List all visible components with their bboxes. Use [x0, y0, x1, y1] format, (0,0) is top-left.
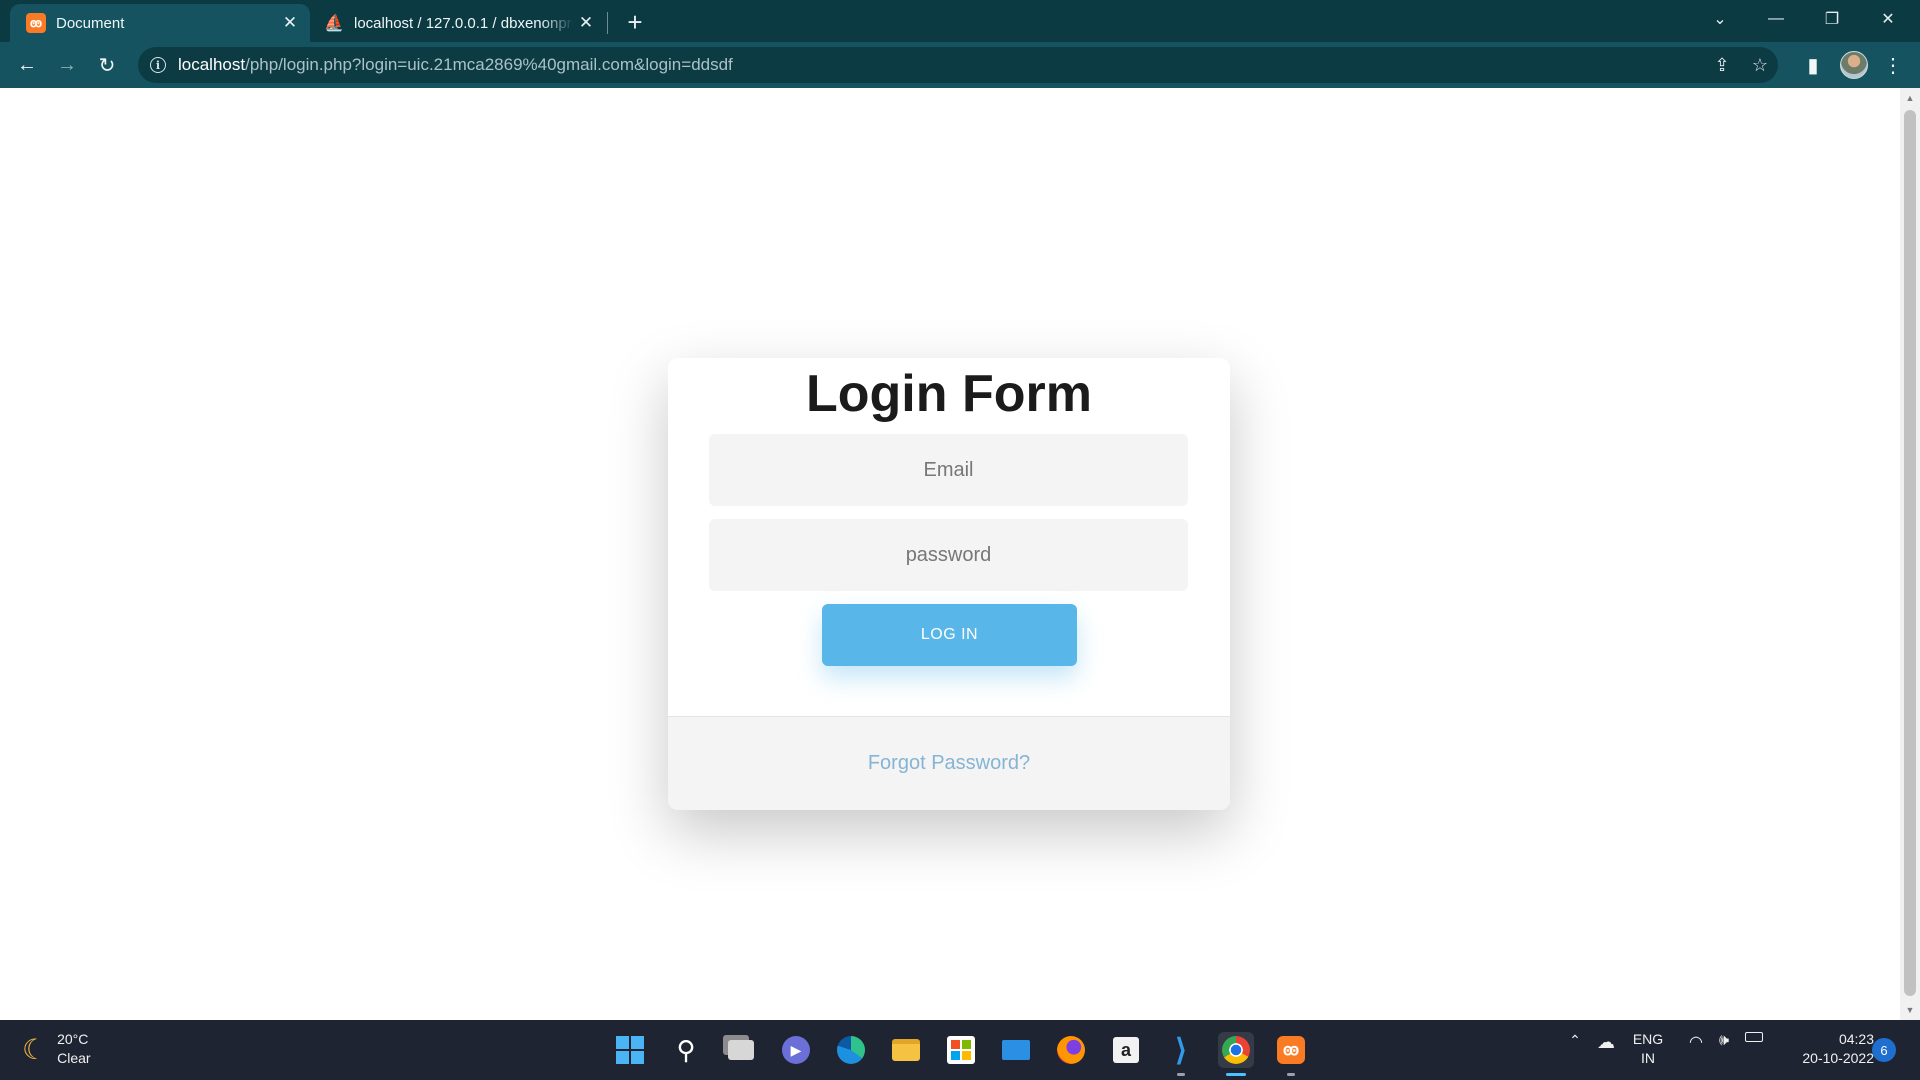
tab-divider: [607, 12, 608, 34]
page-viewport: Login Form LOG IN Forgot Password?: [0, 88, 1900, 1020]
clock-time: 04:23: [1838, 1031, 1874, 1047]
site-info-icon[interactable]: i: [150, 57, 166, 73]
email-input[interactable]: [709, 434, 1188, 506]
browser-toolbar: ← → ↻ i localhost/php/login.php?login=ui…: [0, 42, 1920, 88]
notification-badge[interactable]: 6: [1872, 1038, 1896, 1062]
start-icon[interactable]: [612, 1032, 648, 1068]
close-tab-icon[interactable]: ✕: [574, 11, 598, 35]
close-window-button[interactable]: ✕: [1860, 0, 1916, 38]
back-button[interactable]: ←: [12, 50, 42, 80]
vscode-icon[interactable]: ⟩: [1163, 1032, 1199, 1076]
menu-kebab-icon[interactable]: ⋮: [1878, 50, 1908, 80]
login-button[interactable]: LOG IN: [822, 604, 1077, 666]
login-card: Login Form LOG IN Forgot Password?: [668, 358, 1230, 810]
mail-icon[interactable]: [998, 1032, 1034, 1068]
scroll-down-icon[interactable]: ▼: [1904, 1004, 1916, 1016]
xampp-icon: ꙭ: [26, 13, 46, 33]
language-code: ENG: [1632, 1031, 1664, 1047]
amazon-icon[interactable]: a: [1108, 1032, 1144, 1068]
battery-icon[interactable]: [1742, 1032, 1766, 1042]
microsoft-store-icon[interactable]: [943, 1032, 979, 1068]
language-indicator[interactable]: ENG IN: [1622, 1030, 1674, 1068]
tab-title: Document: [56, 14, 125, 32]
share-icon[interactable]: ⇪: [1710, 53, 1734, 77]
show-hidden-icons-chevron[interactable]: ⌃: [1564, 1032, 1586, 1049]
chrome-icon[interactable]: [1218, 1032, 1254, 1076]
file-explorer-icon[interactable]: [888, 1032, 924, 1068]
clock-date: 20-10-2022: [1802, 1050, 1874, 1066]
url-path: /php/login.php?login=uic.21mca2869%40gma…: [245, 55, 733, 74]
new-tab-button[interactable]: +: [620, 7, 650, 37]
scroll-up-icon[interactable]: ▲: [1904, 92, 1916, 104]
password-input[interactable]: [709, 519, 1188, 591]
firefox-icon[interactable]: [1053, 1032, 1089, 1068]
minimize-button[interactable]: —: [1748, 0, 1804, 38]
tab-phpmyadmin[interactable]: ⛵ localhost / 127.0.0.1 / dbxenonproject…: [312, 4, 606, 42]
weather-condition: Clear: [57, 1050, 91, 1066]
xampp-icon[interactable]: ꙭ: [1273, 1032, 1309, 1076]
volume-icon[interactable]: 🕪: [1712, 1032, 1736, 1050]
tab-search-button[interactable]: ⌄: [1692, 0, 1748, 38]
bookmark-star-icon[interactable]: ☆: [1748, 53, 1772, 77]
edge-icon[interactable]: [833, 1032, 869, 1068]
tab-title: localhost / 127.0.0.1 / dbxenonproject: [354, 14, 574, 32]
weather-temperature: 20°C: [57, 1031, 89, 1047]
side-panel-icon[interactable]: ▮: [1798, 50, 1828, 80]
task-view-icon[interactable]: [723, 1032, 759, 1068]
browser-tab-bar: ꙭ Document ✕ ⛵ localhost / 127.0.0.1 / d…: [0, 0, 1920, 42]
moon-icon: ☾: [22, 1033, 48, 1065]
scroll-thumb[interactable]: [1904, 110, 1916, 996]
login-card-footer: Forgot Password?: [668, 716, 1230, 810]
search-icon[interactable]: ⚲: [668, 1032, 704, 1068]
teams-chat-icon[interactable]: ▶: [778, 1032, 814, 1068]
weather-widget[interactable]: ☾ 20°C Clear: [22, 1030, 91, 1068]
profile-avatar[interactable]: [1840, 51, 1868, 79]
address-bar[interactable]: i localhost/php/login.php?login=uic.21mc…: [138, 47, 1778, 83]
forgot-password-link[interactable]: Forgot Password?: [868, 752, 1030, 775]
reload-button[interactable]: ↻: [92, 50, 122, 80]
wifi-icon[interactable]: ◠: [1684, 1032, 1708, 1052]
onedrive-cloud-icon[interactable]: ☁: [1592, 1032, 1620, 1053]
url-host: localhost: [178, 55, 246, 74]
windows-taskbar: ☾ 20°C Clear ⚲ ▶ a ⟩ ꙭ ⌃ ☁ ENG IN ◠ 🕪 04…: [0, 1020, 1920, 1080]
login-form-title: Login Form: [806, 365, 1092, 423]
tab-document[interactable]: ꙭ Document ✕: [10, 4, 310, 42]
language-region: IN: [1641, 1050, 1655, 1066]
close-tab-icon[interactable]: ✕: [278, 11, 302, 35]
url-text[interactable]: localhost/php/login.php?login=uic.21mca2…: [178, 55, 733, 75]
system-clock[interactable]: 04:23 20-10-2022: [1780, 1030, 1874, 1068]
page-scrollbar[interactable]: ▲ ▼: [1900, 88, 1920, 1020]
phpmyadmin-icon: ⛵: [324, 15, 344, 32]
forward-button[interactable]: →: [52, 50, 82, 80]
restore-button[interactable]: ❐: [1804, 0, 1860, 38]
